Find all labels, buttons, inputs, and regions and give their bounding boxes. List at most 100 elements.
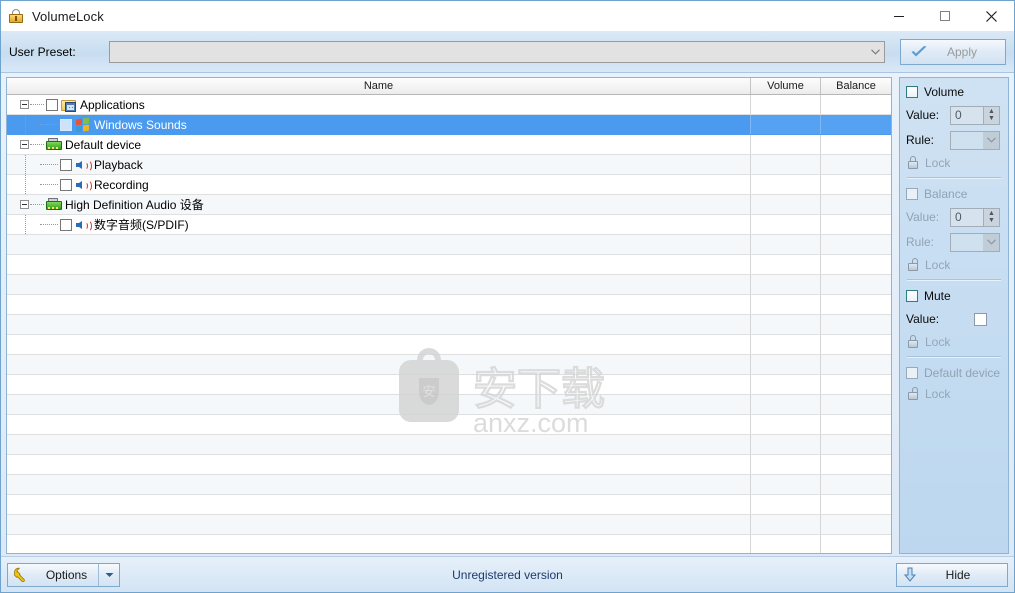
table-row-empty[interactable] — [7, 375, 891, 395]
mute-enable-checkbox[interactable] — [906, 290, 918, 302]
padlock-closed-icon — [906, 155, 920, 170]
table-row[interactable]: Recording — [7, 175, 891, 195]
tree-node[interactable]: 数字音频(S/PDIF) — [7, 215, 751, 234]
table-row-empty[interactable] — [7, 455, 891, 475]
table-row[interactable]: Applications — [7, 95, 891, 115]
volume-lock-row[interactable]: Lock — [906, 155, 1002, 170]
tree-node-label: Playback — [94, 157, 143, 172]
tree-column-headers: Name Volume Balance — [7, 78, 891, 95]
volume-stepper-buttons[interactable]: ▲ ▼ — [983, 106, 999, 124]
apply-button[interactable]: Apply — [900, 39, 1006, 65]
tree-node-checkbox[interactable] — [46, 98, 58, 111]
cell-volume — [751, 315, 821, 334]
cell-name — [7, 415, 751, 434]
table-row-empty[interactable] — [7, 415, 891, 435]
device-tree-panel: Name Volume Balance Applications Windows … — [6, 77, 892, 554]
tree-node[interactable]: Playback — [7, 155, 751, 174]
cell-volume — [751, 95, 821, 114]
cell-name — [7, 295, 751, 314]
tree-node[interactable]: Default device — [7, 135, 751, 154]
table-row-empty[interactable] — [7, 315, 891, 335]
table-row-empty[interactable] — [7, 335, 891, 355]
cell-balance — [821, 135, 891, 154]
padlock-open-icon — [906, 257, 920, 272]
balance-enable-checkbox[interactable] — [906, 188, 918, 200]
application-window: VolumeLock User Preset: Apply Name Volum… — [0, 0, 1015, 593]
column-header-balance[interactable]: Balance — [821, 78, 891, 94]
table-row[interactable]: Windows Sounds — [7, 115, 891, 135]
tree-node[interactable]: Recording — [7, 175, 751, 194]
table-row-empty[interactable] — [7, 535, 891, 553]
tree-node[interactable]: Applications — [7, 95, 751, 114]
table-row-empty[interactable] — [7, 235, 891, 255]
tree-expander[interactable] — [20, 140, 29, 149]
tree-node[interactable]: Windows Sounds — [7, 115, 751, 134]
tree-expander[interactable] — [20, 200, 29, 209]
tree-connector — [40, 183, 58, 186]
tree-node-checkbox[interactable] — [60, 218, 72, 231]
cell-volume — [751, 395, 821, 414]
volume-rule-combo[interactable] — [950, 130, 1000, 150]
tree-expander[interactable] — [20, 100, 29, 109]
tree-node[interactable]: High Definition Audio 设备 — [7, 195, 751, 214]
cell-volume — [751, 495, 821, 514]
cell-volume — [751, 435, 821, 454]
mute-lock-row[interactable]: Lock — [906, 334, 1002, 349]
column-header-volume[interactable]: Volume — [751, 78, 821, 94]
column-header-name[interactable]: Name — [7, 78, 751, 94]
chevron-down-icon — [983, 233, 999, 251]
minimize-button[interactable] — [876, 1, 922, 31]
balance-lock-row[interactable]: Lock — [906, 257, 1002, 272]
tree-body: Applications Windows Sounds Default device… — [7, 95, 891, 553]
cell-volume — [751, 355, 821, 374]
chevron-down-icon — [983, 131, 999, 149]
default-device-checkbox[interactable] — [906, 367, 918, 379]
windows-flag-icon — [75, 117, 91, 133]
tree-node-checkbox[interactable] — [60, 118, 72, 131]
cell-name — [7, 475, 751, 494]
table-row[interactable]: 数字音频(S/PDIF) — [7, 215, 891, 235]
default-device-lock-row[interactable]: Lock — [906, 386, 1002, 401]
cell-balance — [821, 535, 891, 553]
user-preset-combo[interactable] — [109, 40, 885, 63]
table-row-empty[interactable] — [7, 475, 891, 495]
mute-value-checkbox[interactable] — [974, 312, 987, 326]
table-row-empty[interactable] — [7, 255, 891, 275]
table-row-empty[interactable] — [7, 275, 891, 295]
tree-node-checkbox[interactable] — [60, 158, 72, 171]
default-device-section-header: Default device — [906, 366, 1002, 380]
maximize-button[interactable] — [922, 1, 968, 31]
close-button[interactable] — [968, 1, 1014, 31]
table-row-empty[interactable] — [7, 435, 891, 455]
table-row-empty[interactable] — [7, 355, 891, 375]
balance-rule-combo[interactable] — [950, 232, 1000, 252]
speaker-icon — [75, 217, 92, 233]
table-row[interactable]: Playback — [7, 155, 891, 175]
minimize-icon — [894, 16, 904, 17]
tree-node-checkbox[interactable] — [60, 178, 72, 191]
tree-connector — [30, 103, 44, 106]
table-row-empty[interactable] — [7, 495, 891, 515]
cell-name — [7, 515, 751, 534]
tree-node-label: Applications — [80, 97, 145, 112]
table-row[interactable]: Default device — [7, 135, 891, 155]
balance-stepper-buttons[interactable]: ▲ ▼ — [983, 208, 999, 226]
table-row[interactable]: High Definition Audio 设备 — [7, 195, 891, 215]
tree-connector — [25, 215, 26, 234]
cell-balance — [821, 115, 891, 134]
volume-value-stepper[interactable]: 0 ▲ ▼ — [950, 105, 1000, 125]
hide-button[interactable]: Hide — [896, 562, 1008, 587]
balance-value-stepper[interactable]: 0 ▲ ▼ — [950, 207, 1000, 227]
table-row-empty[interactable] — [7, 395, 891, 415]
tree-node-label: 数字音频(S/PDIF) — [94, 218, 189, 232]
options-button[interactable]: Options — [7, 562, 120, 587]
volume-enable-checkbox[interactable] — [906, 86, 918, 98]
close-icon — [985, 10, 997, 22]
table-row-empty[interactable] — [7, 295, 891, 315]
table-row-empty[interactable] — [7, 515, 891, 535]
cell-name — [7, 315, 751, 334]
cell-balance — [821, 375, 891, 394]
cell-volume — [751, 275, 821, 294]
settings-panel: Volume Value: 0 ▲ ▼ Rule: Lock Balance V… — [899, 77, 1009, 554]
options-dropdown-button[interactable] — [98, 563, 119, 586]
